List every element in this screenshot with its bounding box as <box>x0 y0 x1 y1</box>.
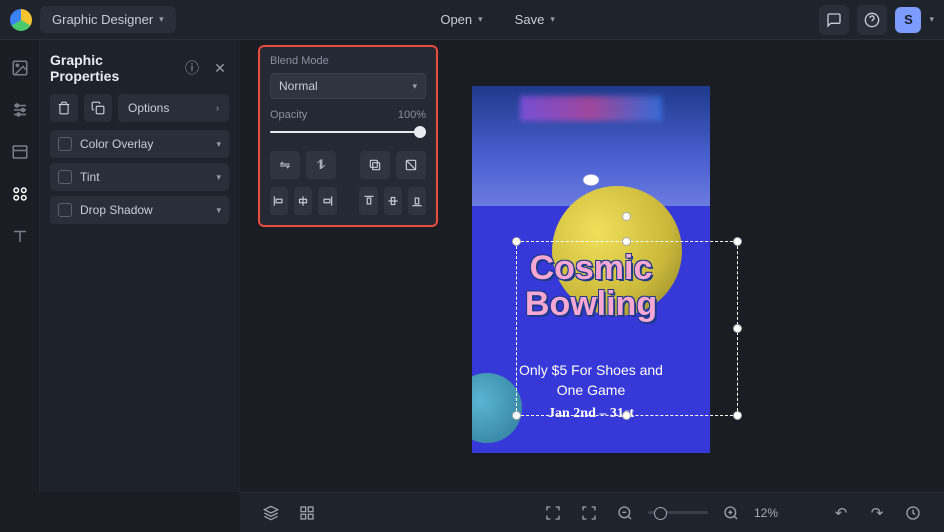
rail-adjust-tool[interactable] <box>10 100 30 120</box>
align-center-v-button[interactable] <box>384 187 402 215</box>
undo-button[interactable]: ↶ <box>828 500 854 526</box>
opacity-value: 100% <box>398 109 426 121</box>
user-menu-chevron[interactable]: ▾ <box>929 14 934 25</box>
zoom-out-icon <box>617 505 633 521</box>
artboard[interactable]: CosmicBowling Only $5 For Shoes andOne G… <box>472 86 710 453</box>
rail-text-tool[interactable] <box>10 226 30 246</box>
zoom-slider[interactable] <box>648 511 708 514</box>
layers-button[interactable] <box>258 500 284 526</box>
checkbox-icon <box>58 170 72 184</box>
flip-horizontal-button[interactable]: ⇋ <box>270 151 300 179</box>
zoom-percent: 12% <box>754 506 778 520</box>
subtitle-text[interactable]: Only $5 For Shoes andOne Game <box>472 361 710 401</box>
copy-icon <box>91 101 105 115</box>
blend-opacity-panel: Blend Mode Normal▾ Opacity 100% ⇋ ⥮ <box>258 45 438 227</box>
open-dropdown[interactable]: Open▾ <box>428 6 494 33</box>
mask-icon <box>404 158 418 172</box>
prop-color-overlay[interactable]: Color Overlay▾ <box>50 130 229 158</box>
panel-close-button[interactable]: ✕ <box>211 59 229 77</box>
user-avatar[interactable]: S <box>895 7 921 33</box>
prop-tint[interactable]: Tint▾ <box>50 163 229 191</box>
mask-button[interactable] <box>396 151 426 179</box>
role-dropdown[interactable]: Graphic Designer▾ <box>40 6 176 33</box>
top-bar: Graphic Designer▾ Open▾ Save▾ S ▾ <box>0 0 944 40</box>
save-dropdown[interactable]: Save▾ <box>503 6 567 33</box>
fullscreen-button[interactable] <box>540 500 566 526</box>
bottom-bar: 12% ↶ ↷ <box>240 492 944 532</box>
checkbox-icon <box>58 203 72 217</box>
rail-layout-tool[interactable] <box>10 142 30 162</box>
panel-title: Graphic Properties <box>50 52 173 84</box>
redo-button[interactable]: ↷ <box>864 500 890 526</box>
help-button[interactable] <box>857 5 887 35</box>
chevron-down-icon: ▾ <box>550 14 555 25</box>
align-left-button[interactable] <box>270 187 288 215</box>
app-logo <box>10 9 32 31</box>
trash-icon <box>57 101 71 115</box>
align-bottom-button[interactable] <box>408 187 426 215</box>
opacity-label: Opacity <box>270 109 307 121</box>
fit-icon <box>581 505 597 521</box>
panel-info-button[interactable]: ⓘ <box>183 59 201 77</box>
rail-image-tool[interactable] <box>10 58 30 78</box>
copy-icon <box>368 158 382 172</box>
chevron-down-icon: ▾ <box>478 14 483 25</box>
zoom-out-button[interactable] <box>612 500 638 526</box>
canvas-area[interactable]: Blend Mode Normal▾ Opacity 100% ⇋ ⥮ <box>240 40 944 492</box>
duplicate-button[interactable] <box>84 94 112 122</box>
zoom-in-icon <box>723 505 739 521</box>
comments-button[interactable] <box>819 5 849 35</box>
grid-icon <box>299 505 315 521</box>
comment-icon <box>826 12 842 28</box>
fullscreen-icon <box>545 505 561 521</box>
duplicate-layer-button[interactable] <box>360 151 390 179</box>
opacity-slider[interactable] <box>270 125 426 139</box>
help-icon <box>864 12 880 28</box>
blend-mode-label: Blend Mode <box>270 55 426 67</box>
zoom-in-button[interactable] <box>718 500 744 526</box>
headline-text[interactable]: CosmicBowling <box>472 251 710 322</box>
blend-mode-dropdown[interactable]: Normal▾ <box>270 73 426 99</box>
align-top-button[interactable] <box>359 187 377 215</box>
delete-button[interactable] <box>50 94 78 122</box>
options-dropdown[interactable]: Options› <box>118 94 229 122</box>
align-right-button[interactable] <box>318 187 336 215</box>
rail-shapes-tool[interactable] <box>10 184 30 204</box>
date-text[interactable]: Jan 2nd – 31st <box>472 406 710 422</box>
checkbox-icon <box>58 137 72 151</box>
history-icon <box>905 505 921 521</box>
properties-panel: Graphic Properties ⓘ ✕ Options› Color Ov… <box>40 40 240 492</box>
prop-drop-shadow[interactable]: Drop Shadow▾ <box>50 196 229 224</box>
flip-vertical-button[interactable]: ⥮ <box>306 151 336 179</box>
align-center-h-button[interactable] <box>294 187 312 215</box>
history-button[interactable] <box>900 500 926 526</box>
layers-icon <box>263 505 279 521</box>
fit-button[interactable] <box>576 500 602 526</box>
grid-button[interactable] <box>294 500 320 526</box>
chevron-down-icon: ▾ <box>159 14 164 25</box>
tool-rail <box>0 40 40 492</box>
